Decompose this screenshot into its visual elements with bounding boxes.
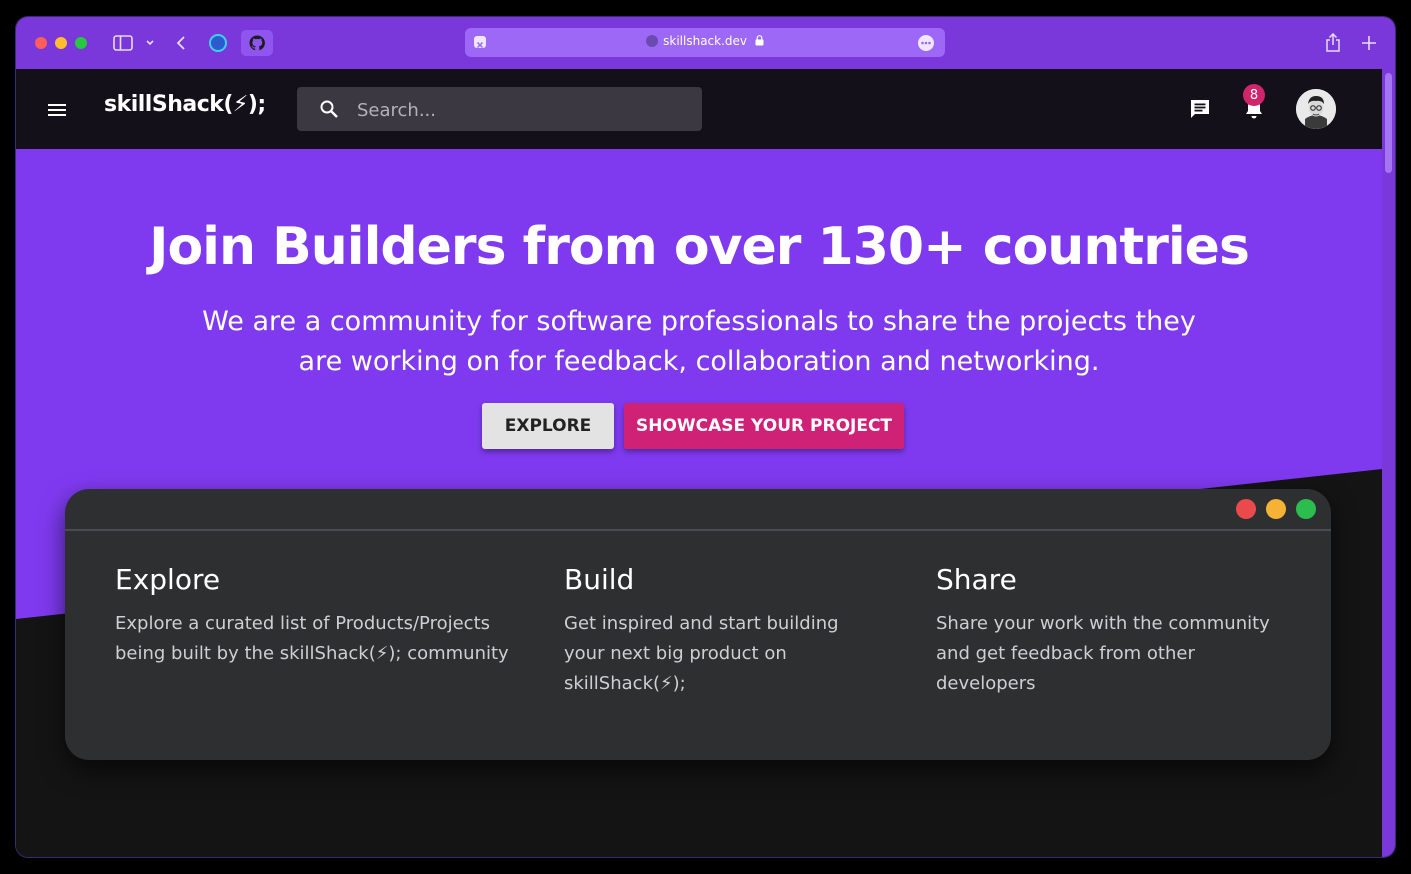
scrollbar-track[interactable] [1382,69,1395,857]
page-content: Join Builders from over 130+ countries W… [16,149,1382,857]
card-green-dot [1296,499,1316,519]
circle-tab-icon[interactable] [206,31,230,55]
menu-icon[interactable] [47,102,67,116]
brand-logo[interactable]: skillShack(⚡); [104,92,266,117]
feature-description: Share your work with the community and g… [936,613,1270,694]
feature-description: Explore a curated list of Products/Proje… [115,613,509,664]
feature-description: Get inspired and start building your nex… [564,613,839,694]
browser-titlebar: skillshack.dev [16,17,1395,69]
feature-title: Build [564,563,635,596]
explore-button[interactable]: EXPLORE [482,403,614,449]
search-icon [319,99,339,123]
features-card: Explore Explore a curated list of Produc… [65,489,1331,760]
lock-icon [755,35,764,49]
scrollbar-thumb[interactable] [1385,73,1392,173]
share-icon[interactable] [1323,31,1343,55]
url-display: skillshack.dev [465,34,945,49]
address-bar[interactable]: skillshack.dev [465,28,945,57]
feature-build: Build Get inspired and start building yo… [564,563,884,699]
card-divider [65,529,1331,531]
more-icon[interactable] [918,35,934,51]
hero-subtitle: We are a community for software professi… [202,306,1196,377]
url-text: skillshack.dev [663,34,748,48]
feature-title: Share [936,563,1017,596]
feature-share: Share Share your work with the community… [936,563,1296,699]
search-input[interactable] [355,87,689,133]
search-box[interactable] [297,87,702,133]
chat-icon[interactable] [1189,98,1211,124]
github-icon[interactable] [241,30,273,56]
browser-window: skillshack.dev skillShack(⚡); Search... … [16,17,1395,857]
hero-title: Join Builders from over 130+ countries [149,217,1250,277]
chevron-down-icon[interactable] [142,31,158,55]
sidebar-icon[interactable] [111,31,135,55]
zoom-window-button[interactable] [75,37,87,49]
feature-explore: Explore Explore a curated list of Produc… [115,563,525,669]
back-icon[interactable] [171,31,191,55]
showcase-project-button[interactable]: SHOWCASE YOUR PROJECT [624,403,904,449]
card-yellow-dot [1266,499,1286,519]
minimize-window-button[interactable] [55,37,67,49]
feature-title: Explore [115,563,221,596]
card-red-dot [1236,499,1256,519]
site-navbar: skillShack(⚡); 8 [16,69,1382,149]
avatar[interactable] [1296,89,1336,129]
close-window-button[interactable] [35,37,47,49]
site-favicon-icon [646,35,659,47]
plus-icon[interactable] [1359,31,1379,55]
notification-badge: 8 [1243,84,1265,106]
